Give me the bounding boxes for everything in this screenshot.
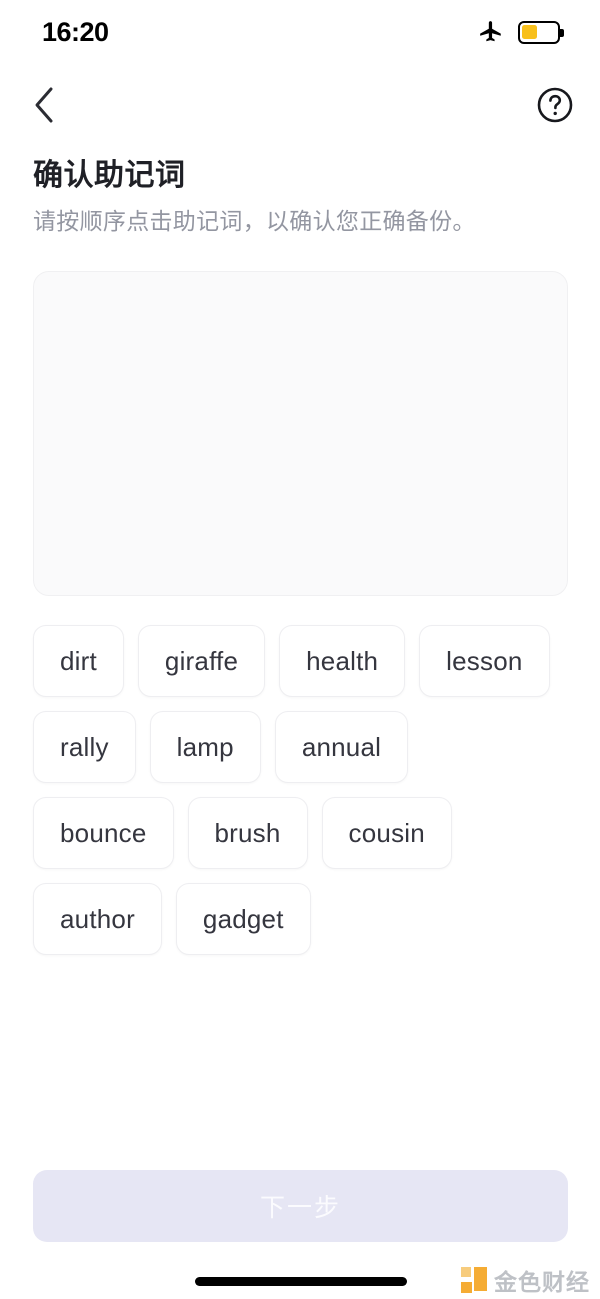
- word-chip[interactable]: dirt: [33, 625, 124, 697]
- next-button[interactable]: 下一步: [33, 1170, 568, 1242]
- page-subtitle: 请按顺序点击助记词，以确认您正确备份。: [33, 207, 476, 234]
- status-time: 16:20: [42, 16, 109, 47]
- word-chip[interactable]: lesson: [419, 625, 550, 697]
- word-chip[interactable]: health: [279, 625, 406, 697]
- question-mark-circle-icon: [537, 87, 573, 123]
- airplane-mode-icon: [480, 21, 501, 42]
- watermark: 金色财经: [461, 1263, 590, 1297]
- word-chip[interactable]: cousin: [321, 797, 452, 869]
- word-chip[interactable]: lamp: [149, 711, 261, 783]
- word-chip[interactable]: annual: [274, 711, 409, 783]
- status-indicators: [478, 19, 564, 45]
- word-chip[interactable]: author: [33, 883, 162, 955]
- back-button[interactable]: [18, 78, 70, 132]
- page-title: 确认助记词: [33, 159, 186, 192]
- logo-square-bottom: [461, 1282, 472, 1293]
- logo-square-small: [461, 1267, 471, 1277]
- word-chip[interactable]: gadget: [175, 883, 311, 955]
- word-chip[interactable]: rally: [33, 711, 136, 783]
- battery-cap: [560, 28, 564, 37]
- selected-words-panel[interactable]: [33, 271, 568, 596]
- status-bar: 16:20: [0, 0, 600, 64]
- heading-block: 确认助记词 请按顺序点击助记词，以确认您正确备份。: [33, 158, 573, 236]
- battery-low-power-icon: [518, 20, 564, 44]
- home-indicator: [195, 1277, 407, 1286]
- watermark-text: 金色财经: [494, 1269, 590, 1295]
- word-chip[interactable]: brush: [187, 797, 308, 869]
- word-bank: dirt giraffe health lesson rally lamp annual bo…: [33, 625, 553, 955]
- word-chip[interactable]: giraffe: [137, 625, 266, 697]
- help-button[interactable]: [528, 78, 582, 132]
- word-chip[interactable]: bounce: [33, 797, 174, 869]
- navigation-bar: [0, 78, 600, 134]
- chevron-left-icon: [35, 87, 53, 123]
- app-screen: 16:20 确认助记词 请按顺序点击助记词，以确认您正确备份。 dirt gir…: [0, 0, 600, 1299]
- jinse-logo-icon: [461, 1267, 487, 1293]
- logo-square-right: [474, 1267, 487, 1291]
- battery-fill: [522, 24, 537, 40]
